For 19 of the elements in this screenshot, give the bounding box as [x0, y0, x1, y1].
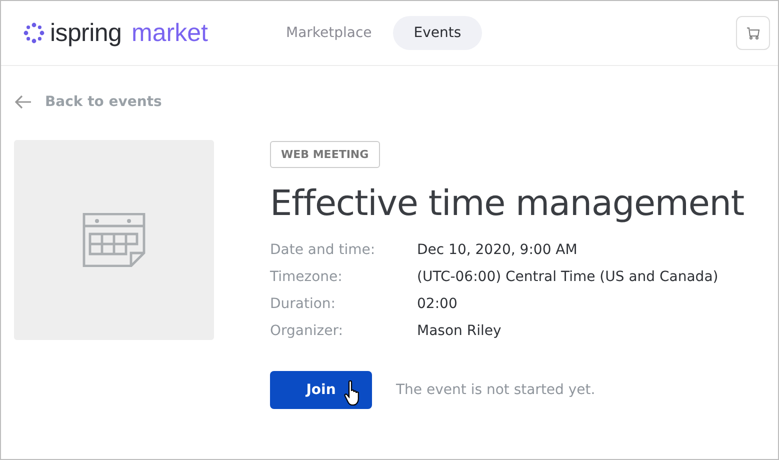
- join-button[interactable]: Join: [270, 371, 372, 409]
- logo[interactable]: ispring market: [23, 18, 263, 48]
- cart-icon: [746, 26, 760, 40]
- detail-label: Date and time:: [270, 242, 376, 258]
- detail-value: (UTC-06:00) Central Time (US and Canada): [417, 269, 718, 285]
- detail-label: Timezone:: [270, 269, 344, 285]
- event-type-badge: WEB MEETING: [270, 141, 380, 168]
- detail-value: 02:00: [417, 296, 458, 312]
- detail-label: Organizer:: [270, 323, 344, 339]
- nav-tab[interactable]: Events: [392, 16, 482, 50]
- logo-icon: [23, 22, 45, 44]
- status-message: The event is not started yet.: [396, 382, 596, 398]
- detail-value: Dec 10, 2020, 9:00 AM: [417, 242, 578, 258]
- detail-value: Mason Riley: [417, 323, 502, 339]
- calendar-icon: [81, 213, 147, 267]
- detail-label: Duration:: [270, 296, 337, 312]
- back-arrow-icon: [14, 95, 32, 109]
- cart-button[interactable]: [736, 16, 770, 50]
- event-title: Effective time management: [270, 184, 744, 224]
